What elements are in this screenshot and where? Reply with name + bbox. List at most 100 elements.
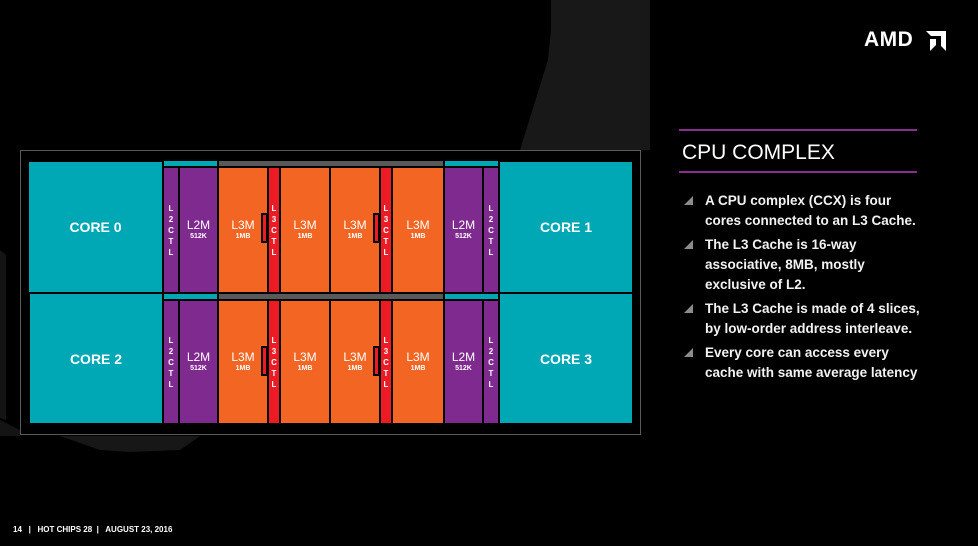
block-label: L3M	[406, 350, 430, 364]
triangle-bullet-icon	[684, 240, 693, 249]
bullet-text: The L3 Cache is made of 4 slices, by low…	[705, 301, 920, 336]
l3m: L3M 1MB	[219, 301, 267, 423]
bullet-text: A CPU complex (CCX) is four cores connec…	[705, 193, 916, 228]
block-label: 1MB	[297, 365, 313, 372]
block-label: L	[271, 203, 277, 213]
block-label: T	[168, 236, 174, 246]
l3-bus	[219, 294, 443, 299]
block-label: 2	[168, 214, 174, 224]
block-label: L2M	[451, 350, 476, 364]
page-number: 14	[13, 525, 22, 534]
block-label: 1MB	[297, 233, 313, 240]
l3ctl: L3CTL	[269, 168, 279, 292]
l2-bus	[445, 294, 498, 299]
core-3: CORE 3	[500, 294, 632, 423]
block-label: L2M	[186, 350, 211, 364]
block-label: 1MB	[235, 233, 251, 240]
title-rule-bottom	[679, 171, 917, 173]
block-label: L	[488, 335, 494, 345]
block-label: L	[383, 335, 389, 345]
l3ctl: L3CTL	[381, 301, 391, 423]
l2-bus	[164, 294, 217, 299]
slide-footer: 14 | HOT CHIPS 28 | AUGUST 23, 2016	[13, 525, 172, 534]
block-label: 512K	[455, 365, 472, 372]
block-label: L3M	[343, 350, 367, 364]
l2ctl: L2CTL	[164, 301, 178, 423]
block-label: L	[383, 379, 389, 389]
block-label: L3M	[406, 218, 430, 232]
block-label: 3	[271, 214, 277, 224]
l3ctl: L3CTL	[381, 168, 391, 292]
block-label: L	[271, 247, 277, 257]
bullet-item: The L3 Cache is 16-way associative, 8MB,…	[684, 235, 924, 295]
block-label: C	[168, 357, 174, 367]
l3m: L3M 1MB	[393, 168, 443, 292]
ccx-diagram: CORE 0 L2CTL L2M 512K L3M 1MB L3CTL L3M 1MB…	[20, 150, 641, 435]
block-label: T	[271, 236, 277, 246]
l3m: L3M 1MB	[331, 301, 379, 423]
block-label: L	[168, 247, 174, 257]
block-label: 1MB	[347, 233, 363, 240]
block-label: L3M	[231, 218, 255, 232]
block-label: C	[488, 357, 494, 367]
l2m: L2M 512K	[180, 168, 217, 292]
l3ctl-port	[261, 346, 268, 376]
block-label: C	[271, 357, 277, 367]
block-label: L	[271, 335, 277, 345]
l3m: L3M 1MB	[393, 301, 443, 423]
block-label: 2	[488, 214, 494, 224]
block-label: 2	[168, 346, 174, 356]
bullet-list: A CPU complex (CCX) is four cores connec…	[684, 191, 924, 387]
block-label: 512K	[455, 233, 472, 240]
block-label: L	[488, 203, 494, 213]
bullet-text: Every core can access every cache with s…	[705, 345, 918, 380]
l3ctl-port	[373, 213, 380, 243]
bullet-item: Every core can access every cache with s…	[684, 343, 924, 383]
block-label: L3M	[293, 350, 317, 364]
block-label: T	[488, 368, 494, 378]
event-name: HOT CHIPS 28	[37, 525, 93, 534]
bullet-text: The L3 Cache is 16-way associative, 8MB,…	[705, 237, 865, 292]
block-label: T	[383, 236, 389, 246]
block-label: L	[271, 379, 277, 389]
l2ctl: L2CTL	[164, 168, 178, 292]
block-label: L	[168, 203, 174, 213]
block-label: 512K	[190, 365, 207, 372]
block-label: 512K	[190, 233, 207, 240]
block-label: 3	[383, 346, 389, 356]
title-rule-top	[679, 129, 917, 131]
l2m: L2M 512K	[445, 301, 482, 423]
block-label: L3M	[343, 218, 367, 232]
triangle-bullet-icon	[684, 304, 693, 313]
block-label: T	[168, 368, 174, 378]
core-1: CORE 1	[500, 162, 632, 292]
block-label: T	[488, 236, 494, 246]
slide-title: CPU COMPLEX	[682, 141, 835, 164]
l3ctl-port	[261, 213, 268, 243]
l3ctl-port	[373, 346, 380, 376]
l3-bus	[219, 161, 443, 166]
core-label: CORE 1	[539, 219, 593, 235]
core-2: CORE 2	[30, 294, 162, 423]
block-label: T	[271, 368, 277, 378]
block-label: 3	[271, 346, 277, 356]
block-label: 2	[488, 346, 494, 356]
core-label: CORE 0	[69, 219, 122, 235]
l3m: L3M 1MB	[331, 168, 379, 292]
footer-separator: |	[28, 525, 31, 534]
core-label: CORE 2	[69, 350, 123, 367]
l3m: L3M 1MB	[281, 301, 329, 423]
block-label: 1MB	[410, 365, 426, 372]
bullet-item: A CPU complex (CCX) is four cores connec…	[684, 191, 924, 231]
block-label: T	[383, 368, 389, 378]
event-date: AUGUST 23, 2016	[105, 525, 173, 534]
block-label: 1MB	[410, 233, 426, 240]
l2m: L2M 512K	[445, 168, 482, 292]
block-label: L	[383, 247, 389, 257]
block-label: L	[383, 203, 389, 213]
block-label: L	[488, 247, 494, 257]
block-label: 3	[383, 214, 389, 224]
block-label: C	[383, 225, 389, 235]
core-0: CORE 0	[29, 162, 162, 292]
amd-logo: AMD	[864, 28, 948, 52]
